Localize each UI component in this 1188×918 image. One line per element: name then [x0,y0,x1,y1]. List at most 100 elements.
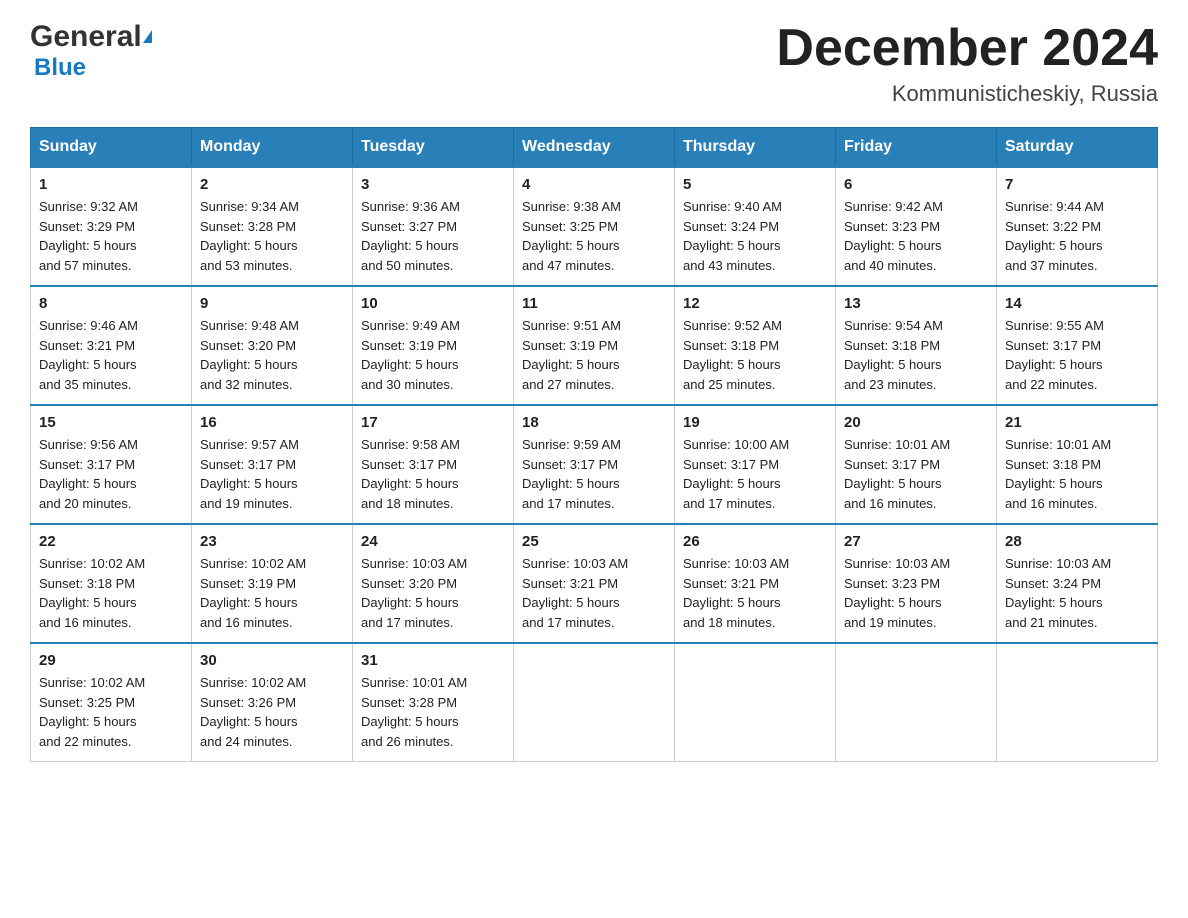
day-number: 27 [844,533,988,550]
calendar-cell: 10 Sunrise: 9:49 AM Sunset: 3:19 PM Dayl… [353,286,514,405]
calendar-cell: 26 Sunrise: 10:03 AM Sunset: 3:21 PM Day… [675,524,836,643]
day-info: Sunrise: 9:40 AM Sunset: 3:24 PM Dayligh… [683,197,827,275]
day-info: Sunrise: 9:44 AM Sunset: 3:22 PM Dayligh… [1005,197,1149,275]
calendar-cell: 4 Sunrise: 9:38 AM Sunset: 3:25 PM Dayli… [514,167,675,286]
day-info: Sunrise: 9:42 AM Sunset: 3:23 PM Dayligh… [844,197,988,275]
day-info: Sunrise: 10:00 AM Sunset: 3:17 PM Daylig… [683,435,827,513]
header-wednesday: Wednesday [514,128,675,168]
location: Kommunisticheskiy, Russia [776,81,1158,107]
logo-general: General [30,20,142,54]
calendar-cell: 6 Sunrise: 9:42 AM Sunset: 3:23 PM Dayli… [836,167,997,286]
calendar-cell [836,643,997,762]
day-number: 20 [844,414,988,431]
day-info: Sunrise: 10:02 AM Sunset: 3:25 PM Daylig… [39,673,183,751]
day-number: 25 [522,533,666,550]
calendar-cell: 21 Sunrise: 10:01 AM Sunset: 3:18 PM Day… [997,405,1158,524]
calendar-cell: 9 Sunrise: 9:48 AM Sunset: 3:20 PM Dayli… [192,286,353,405]
day-number: 1 [39,176,183,193]
week-row-4: 22 Sunrise: 10:02 AM Sunset: 3:18 PM Day… [31,524,1158,643]
calendar-cell: 3 Sunrise: 9:36 AM Sunset: 3:27 PM Dayli… [353,167,514,286]
header-saturday: Saturday [997,128,1158,168]
day-info: Sunrise: 9:48 AM Sunset: 3:20 PM Dayligh… [200,316,344,394]
calendar-cell [675,643,836,762]
day-info: Sunrise: 10:01 AM Sunset: 3:17 PM Daylig… [844,435,988,513]
day-info: Sunrise: 10:03 AM Sunset: 3:21 PM Daylig… [522,554,666,632]
day-number: 19 [683,414,827,431]
calendar-cell: 11 Sunrise: 9:51 AM Sunset: 3:19 PM Dayl… [514,286,675,405]
weekday-header-row: Sunday Monday Tuesday Wednesday Thursday… [31,128,1158,168]
week-row-5: 29 Sunrise: 10:02 AM Sunset: 3:25 PM Day… [31,643,1158,762]
day-info: Sunrise: 9:59 AM Sunset: 3:17 PM Dayligh… [522,435,666,513]
day-info: Sunrise: 10:02 AM Sunset: 3:18 PM Daylig… [39,554,183,632]
day-info: Sunrise: 9:52 AM Sunset: 3:18 PM Dayligh… [683,316,827,394]
day-number: 16 [200,414,344,431]
week-row-2: 8 Sunrise: 9:46 AM Sunset: 3:21 PM Dayli… [31,286,1158,405]
day-info: Sunrise: 9:51 AM Sunset: 3:19 PM Dayligh… [522,316,666,394]
header-thursday: Thursday [675,128,836,168]
day-info: Sunrise: 10:01 AM Sunset: 3:28 PM Daylig… [361,673,505,751]
day-number: 29 [39,652,183,669]
day-info: Sunrise: 9:32 AM Sunset: 3:29 PM Dayligh… [39,197,183,275]
calendar-cell [997,643,1158,762]
day-number: 10 [361,295,505,312]
day-info: Sunrise: 10:01 AM Sunset: 3:18 PM Daylig… [1005,435,1149,513]
calendar-cell: 19 Sunrise: 10:00 AM Sunset: 3:17 PM Day… [675,405,836,524]
day-number: 17 [361,414,505,431]
month-title: December 2024 [776,20,1158,77]
day-info: Sunrise: 10:02 AM Sunset: 3:19 PM Daylig… [200,554,344,632]
day-number: 18 [522,414,666,431]
day-info: Sunrise: 9:34 AM Sunset: 3:28 PM Dayligh… [200,197,344,275]
day-number: 13 [844,295,988,312]
day-info: Sunrise: 10:03 AM Sunset: 3:20 PM Daylig… [361,554,505,632]
day-info: Sunrise: 9:38 AM Sunset: 3:25 PM Dayligh… [522,197,666,275]
calendar-cell: 5 Sunrise: 9:40 AM Sunset: 3:24 PM Dayli… [675,167,836,286]
day-number: 21 [1005,414,1149,431]
calendar-cell: 7 Sunrise: 9:44 AM Sunset: 3:22 PM Dayli… [997,167,1158,286]
calendar-cell: 23 Sunrise: 10:02 AM Sunset: 3:19 PM Day… [192,524,353,643]
day-info: Sunrise: 9:54 AM Sunset: 3:18 PM Dayligh… [844,316,988,394]
day-info: Sunrise: 9:36 AM Sunset: 3:27 PM Dayligh… [361,197,505,275]
logo: General Blue [30,20,154,82]
calendar-cell: 2 Sunrise: 9:34 AM Sunset: 3:28 PM Dayli… [192,167,353,286]
day-info: Sunrise: 10:03 AM Sunset: 3:23 PM Daylig… [844,554,988,632]
day-number: 23 [200,533,344,550]
day-number: 22 [39,533,183,550]
header-monday: Monday [192,128,353,168]
page-header: General Blue December 2024 Kommunistiche… [30,20,1158,107]
day-number: 4 [522,176,666,193]
day-number: 2 [200,176,344,193]
day-info: Sunrise: 10:02 AM Sunset: 3:26 PM Daylig… [200,673,344,751]
header-friday: Friday [836,128,997,168]
week-row-3: 15 Sunrise: 9:56 AM Sunset: 3:17 PM Dayl… [31,405,1158,524]
day-number: 11 [522,295,666,312]
calendar-cell: 22 Sunrise: 10:02 AM Sunset: 3:18 PM Day… [31,524,192,643]
day-number: 31 [361,652,505,669]
logo-blue: Blue [34,54,86,82]
day-info: Sunrise: 9:49 AM Sunset: 3:19 PM Dayligh… [361,316,505,394]
day-number: 24 [361,533,505,550]
day-info: Sunrise: 9:58 AM Sunset: 3:17 PM Dayligh… [361,435,505,513]
day-number: 6 [844,176,988,193]
calendar-cell: 25 Sunrise: 10:03 AM Sunset: 3:21 PM Day… [514,524,675,643]
day-info: Sunrise: 10:03 AM Sunset: 3:21 PM Daylig… [683,554,827,632]
calendar-cell: 28 Sunrise: 10:03 AM Sunset: 3:24 PM Day… [997,524,1158,643]
calendar-cell: 17 Sunrise: 9:58 AM Sunset: 3:17 PM Dayl… [353,405,514,524]
day-number: 15 [39,414,183,431]
calendar-cell: 18 Sunrise: 9:59 AM Sunset: 3:17 PM Dayl… [514,405,675,524]
day-number: 12 [683,295,827,312]
day-info: Sunrise: 9:57 AM Sunset: 3:17 PM Dayligh… [200,435,344,513]
calendar-cell: 14 Sunrise: 9:55 AM Sunset: 3:17 PM Dayl… [997,286,1158,405]
calendar-cell: 20 Sunrise: 10:01 AM Sunset: 3:17 PM Day… [836,405,997,524]
day-number: 26 [683,533,827,550]
day-info: Sunrise: 9:46 AM Sunset: 3:21 PM Dayligh… [39,316,183,394]
title-area: December 2024 Kommunisticheskiy, Russia [776,20,1158,107]
calendar-cell: 12 Sunrise: 9:52 AM Sunset: 3:18 PM Dayl… [675,286,836,405]
calendar-cell: 15 Sunrise: 9:56 AM Sunset: 3:17 PM Dayl… [31,405,192,524]
calendar: Sunday Monday Tuesday Wednesday Thursday… [30,127,1158,762]
day-number: 8 [39,295,183,312]
calendar-cell: 31 Sunrise: 10:01 AM Sunset: 3:28 PM Day… [353,643,514,762]
day-number: 28 [1005,533,1149,550]
calendar-cell: 16 Sunrise: 9:57 AM Sunset: 3:17 PM Dayl… [192,405,353,524]
day-number: 14 [1005,295,1149,312]
calendar-cell [514,643,675,762]
